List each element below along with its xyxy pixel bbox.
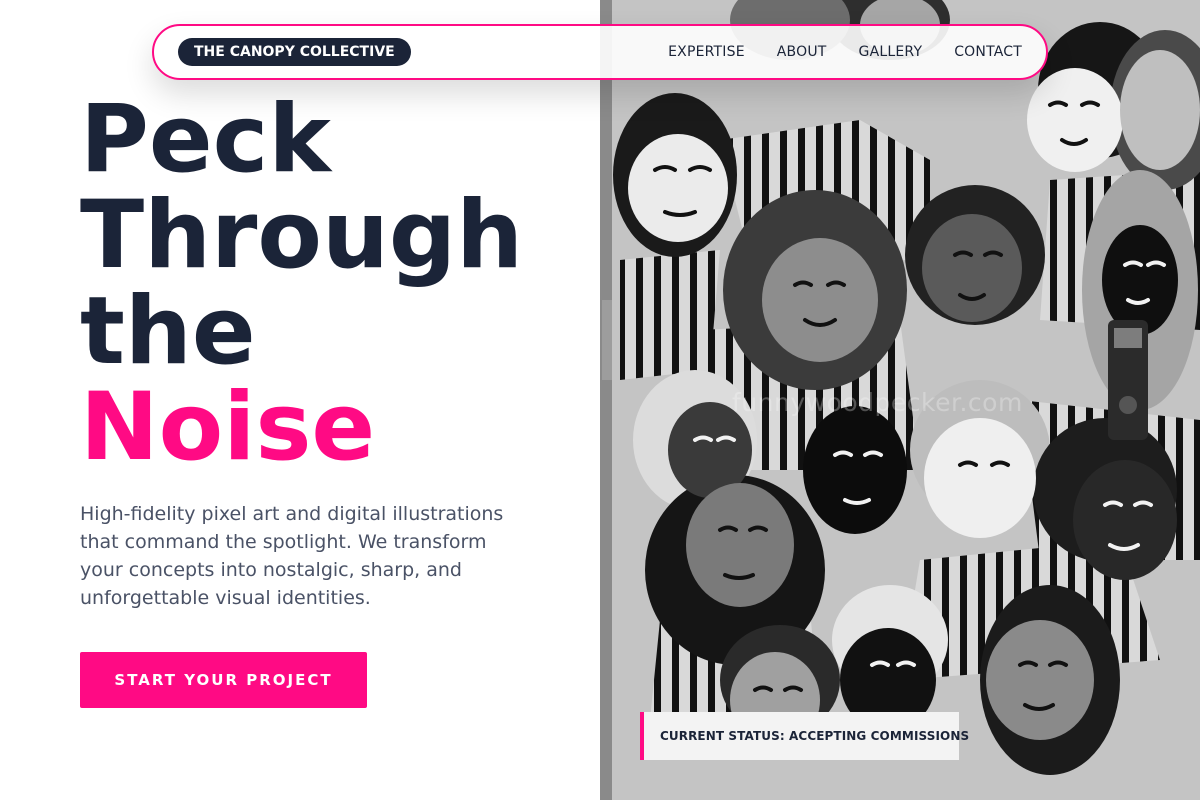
watermark-text: funnywoodpecker.com: [732, 388, 1023, 417]
hero-title-line: Through: [80, 181, 524, 290]
nav-link-gallery[interactable]: GALLERY: [859, 44, 923, 60]
start-project-button[interactable]: START YOUR PROJECT: [80, 652, 367, 708]
hero-mural-image: funnywoodpecker.com CURRENT STATUS: ACCE…: [600, 0, 1200, 800]
hero-title-line: Peck: [80, 85, 331, 194]
brand-logo[interactable]: THE CANOPY COLLECTIVE: [178, 38, 411, 66]
nav-links: EXPERTISE ABOUT GALLERY CONTACT: [668, 44, 1022, 60]
status-badge: CURRENT STATUS: ACCEPTING COMMISSIONS: [640, 712, 969, 760]
hero-title-line: the: [80, 277, 256, 386]
hero-description: High-fidelity pixel art and digital illu…: [80, 503, 504, 609]
nav-link-about[interactable]: ABOUT: [777, 44, 827, 60]
hero-title-accent: Noise: [80, 373, 376, 482]
top-navigation: THE CANOPY COLLECTIVE EXPERTISE ABOUT GA…: [152, 24, 1048, 80]
nav-link-expertise[interactable]: EXPERTISE: [668, 44, 745, 60]
nav-link-contact[interactable]: CONTACT: [954, 44, 1022, 60]
hero-title: Peck Through the Noise: [80, 92, 600, 476]
